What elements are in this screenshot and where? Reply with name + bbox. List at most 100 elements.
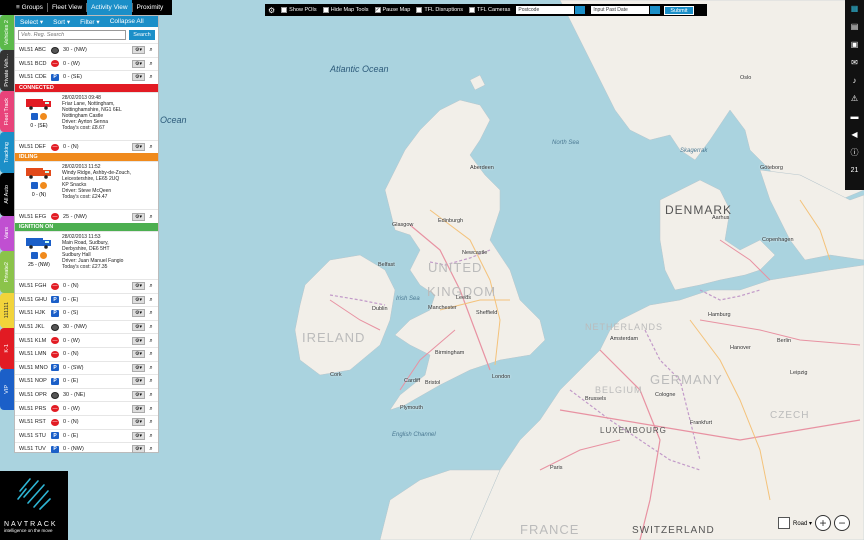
info-icon[interactable]: ⓘ: [845, 144, 864, 162]
zoom-to-vehicle-icon[interactable]: ⌕: [147, 350, 155, 358]
zoom-to-vehicle-icon[interactable]: ⌕: [147, 391, 155, 399]
zoom-to-vehicle-icon[interactable]: ⌕: [147, 46, 155, 54]
show-pois-checkbox[interactable]: [281, 7, 288, 13]
vehicle-options-icon[interactable]: ⚙▾: [132, 431, 145, 440]
vehicle-options-icon[interactable]: ⚙▾: [132, 323, 145, 332]
submit-button[interactable]: Submit: [664, 5, 694, 15]
vehicle-row[interactable]: WL51 TUV P 0 - (NW) ⚙▾ ⌕: [15, 442, 158, 456]
zoom-to-vehicle-icon[interactable]: ⌕: [147, 445, 155, 453]
side-tab-4[interactable]: Tracking: [0, 132, 14, 173]
vehicle-detail-connected[interactable]: 0 - (SE) 28/02/2013 09:48 Friar Lane, Nott…: [15, 91, 158, 140]
hide-map-tools-checkbox[interactable]: [322, 7, 329, 13]
vehicle-options-icon[interactable]: ⚙▾: [132, 445, 145, 454]
zoom-to-vehicle-icon[interactable]: ⌕: [147, 337, 155, 345]
vehicle-row[interactable]: WL51 BCD — 0 - (W) ⚙▾ ⌕: [15, 56, 158, 71]
collapse-all-button[interactable]: Collapse All: [105, 18, 149, 25]
zoom-to-vehicle-icon[interactable]: ⌕: [147, 282, 155, 290]
zoom-in-button[interactable]: +: [815, 515, 832, 531]
vehicle-row[interactable]: WL51 DEF — 0 - (N) ⚙▾ ⌕: [15, 139, 158, 154]
side-tab-9[interactable]: K-1: [0, 328, 14, 369]
tab-proximity[interactable]: Proximity: [133, 0, 168, 15]
zoom-to-vehicle-icon[interactable]: ⌕: [147, 73, 155, 81]
side-tab-7[interactable]: Private2: [0, 251, 14, 293]
vehicle-row[interactable]: WL51 HJK P 0 - (S) ⚙▾ ⌕: [15, 306, 158, 320]
vehicle-row[interactable]: WL51 OPR 30 - (NE) ⚙▾ ⌕: [15, 387, 158, 402]
chat-icon[interactable]: ✉: [845, 54, 864, 72]
vehicle-row[interactable]: WL51 FGH — 0 - (N) ⚙▾ ⌕: [15, 278, 158, 293]
bell-icon[interactable]: ♪: [845, 72, 864, 90]
search-button[interactable]: Search: [129, 30, 155, 40]
vehicle-row[interactable]: WL51 GHU P 0 - (E) ⚙▾ ⌕: [15, 292, 158, 307]
gear-icon[interactable]: ⚙: [268, 6, 275, 15]
vehicle-options-icon[interactable]: ⚙▾: [132, 336, 145, 345]
zoom-to-vehicle-icon[interactable]: ⌕: [147, 323, 155, 331]
tfl-cameras-checkbox[interactable]: [468, 7, 475, 13]
vehicle-options-icon[interactable]: ⚙▾: [132, 404, 145, 413]
layer-thumbnail-icon[interactable]: [778, 517, 790, 529]
vehicle-options-icon[interactable]: ⚙▾: [132, 282, 145, 291]
zoom-to-vehicle-icon[interactable]: ⌕: [147, 432, 155, 440]
calendar-badge[interactable]: 21: [845, 162, 864, 180]
tab-groups[interactable]: ≡ Groups: [12, 0, 47, 15]
vehicle-row[interactable]: WL51 KLM — 0 - (W) ⚙▾ ⌕: [15, 333, 158, 347]
vehicle-options-icon[interactable]: ⚙▾: [132, 309, 145, 318]
zoom-out-button[interactable]: −: [834, 515, 851, 531]
vehicle-options-icon[interactable]: ⚙▾: [132, 46, 145, 55]
vehicle-search-input[interactable]: [18, 30, 126, 40]
vehicle-detail-idling[interactable]: 0 - (N) 28/02/2013 11:52 Windy Ridge, Ashb…: [15, 161, 158, 209]
vehicle-options-icon[interactable]: ⚙▾: [132, 377, 145, 386]
document-icon[interactable]: ▤: [845, 18, 864, 36]
side-tab-8[interactable]: 111111: [0, 293, 14, 328]
tab-fleet-view[interactable]: Fleet View: [48, 0, 86, 15]
vehicle-options-icon[interactable]: ⚙▾: [132, 363, 145, 372]
zoom-to-vehicle-icon[interactable]: ⌕: [147, 309, 155, 317]
vehicle-row[interactable]: WL51 JKL 30 - (NW) ⚙▾ ⌕: [15, 319, 158, 334]
vehicle-detail-ignition[interactable]: 25 - (NW) 28/02/2013 11:53 Main Road, Sudb…: [15, 230, 158, 279]
zoom-to-vehicle-icon[interactable]: ⌕: [147, 60, 155, 68]
zoom-to-vehicle-icon[interactable]: ⌕: [147, 377, 155, 385]
postcode-input[interactable]: Postcode: [516, 6, 575, 14]
vehicle-options-icon[interactable]: ⚙▾: [132, 143, 145, 152]
filter-menu[interactable]: Filter ▾: [75, 18, 105, 26]
vehicle-options-icon[interactable]: ⚙▾: [132, 59, 145, 68]
zoom-to-vehicle-icon[interactable]: ⌕: [147, 405, 155, 413]
zoom-to-vehicle-icon[interactable]: ⌕: [147, 213, 155, 221]
vehicle-row[interactable]: WL51 NOP P 0 - (E) ⚙▾ ⌕: [15, 374, 158, 388]
vehicle-options-icon[interactable]: ⚙▾: [132, 418, 145, 427]
truck-icon[interactable]: ▬: [845, 108, 864, 126]
zoom-to-vehicle-icon[interactable]: ⌕: [147, 296, 155, 304]
side-tab-3[interactable]: Fleet Track: [0, 91, 14, 132]
report-icon[interactable]: ▣: [845, 36, 864, 54]
past-date-input[interactable]: Input Past Date: [591, 6, 650, 14]
tfl-disruptions-checkbox[interactable]: [416, 7, 423, 13]
vehicle-row[interactable]: WL51 MNO P 0 - (SW) ⚙▾ ⌕: [15, 360, 158, 375]
sort-menu[interactable]: Sort ▾: [48, 18, 75, 26]
zoom-to-vehicle-icon[interactable]: ⌕: [147, 364, 155, 372]
vehicle-row[interactable]: WL51 LMN — 0 - (N) ⚙▾ ⌕: [15, 346, 158, 361]
vehicle-options-icon[interactable]: ⚙▾: [132, 391, 145, 400]
vehicle-options-icon[interactable]: ⚙▾: [132, 350, 145, 359]
side-tab-5[interactable]: All Auto: [0, 173, 14, 216]
tab-activity-view[interactable]: Activity View: [87, 0, 132, 15]
vehicle-options-icon[interactable]: ⚙▾: [132, 73, 145, 82]
side-tab-1[interactable]: Vehicles 2: [0, 15, 14, 50]
vehicle-row[interactable]: WL51 RST — 0 - (N) ⚙▾ ⌕: [15, 414, 158, 429]
select-menu[interactable]: Select ▾: [15, 18, 48, 26]
megaphone-icon[interactable]: ◀: [845, 126, 864, 144]
warning-icon[interactable]: ⚠: [845, 90, 864, 108]
vehicle-row[interactable]: WL51 EFG — 25 - (NW) ⚙▾ ⌕: [15, 209, 158, 223]
calendar-icon[interactable]: [650, 6, 661, 14]
navtrack-mini-icon[interactable]: ▦: [845, 0, 864, 18]
side-tab-10[interactable]: VIP: [0, 369, 14, 410]
vehicle-row[interactable]: WL51 PRS — 0 - (W) ⚙▾ ⌕: [15, 401, 158, 415]
zoom-to-vehicle-icon[interactable]: ⌕: [147, 418, 155, 426]
vehicle-row[interactable]: WL51 STU P 0 - (E) ⚙▾ ⌕: [15, 428, 158, 443]
postcode-search-button[interactable]: [575, 6, 586, 14]
vehicle-options-icon[interactable]: ⚙▾: [132, 212, 145, 221]
vehicle-row[interactable]: WL51 CDE P 0 - (SE) ⚙▾ ⌕: [15, 70, 158, 84]
side-tab-6[interactable]: Vans: [0, 216, 14, 251]
vehicle-options-icon[interactable]: ⚙▾: [132, 295, 145, 304]
zoom-to-vehicle-icon[interactable]: ⌕: [147, 143, 155, 151]
pause-map-checkbox[interactable]: ✓: [374, 7, 381, 13]
side-tab-2[interactable]: Private Veh...: [0, 50, 14, 91]
